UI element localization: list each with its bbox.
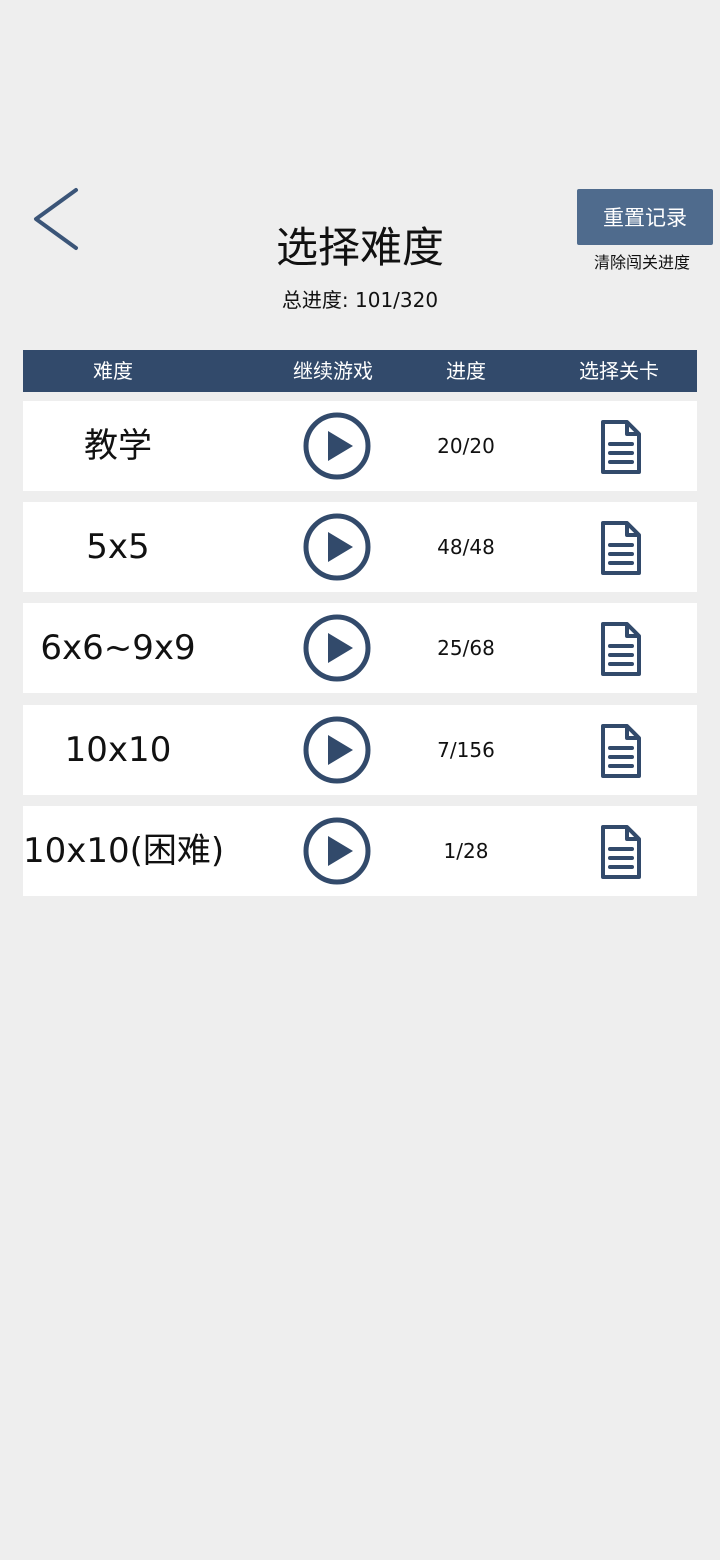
select-level-button[interactable] xyxy=(599,722,643,780)
progress-value: 20/20 xyxy=(437,434,495,458)
document-icon xyxy=(601,420,641,474)
continue-game-button[interactable] xyxy=(302,613,372,683)
progress-value: 1/28 xyxy=(443,839,489,863)
progress-value: 7/156 xyxy=(437,738,495,762)
progress-value: 25/68 xyxy=(437,636,495,660)
table-header: 难度 继续游戏 进度 选择关卡 xyxy=(23,350,697,392)
select-level-button[interactable] xyxy=(599,823,643,881)
document-icon xyxy=(601,521,641,575)
header-select-level: 选择关卡 xyxy=(579,359,659,383)
select-level-button[interactable] xyxy=(599,418,643,476)
difficulty-label: 教学 xyxy=(84,426,152,466)
table-row: 5x5 48/48 xyxy=(23,502,697,592)
progress-value: 48/48 xyxy=(437,535,495,559)
continue-game-button[interactable] xyxy=(302,816,372,886)
reset-caption: 清除闯关进度 xyxy=(593,253,690,272)
continue-game-button[interactable] xyxy=(302,715,372,785)
document-icon xyxy=(601,622,641,676)
play-circle-icon xyxy=(303,614,371,682)
play-circle-icon xyxy=(303,412,371,480)
continue-game-button[interactable] xyxy=(302,411,372,481)
select-level-button[interactable] xyxy=(599,519,643,577)
reset-record-button[interactable]: 重置记录 xyxy=(577,189,713,245)
difficulty-label: 6x6~9x9 xyxy=(40,628,196,668)
play-circle-icon xyxy=(303,716,371,784)
select-level-button[interactable] xyxy=(599,620,643,678)
table-row: 10x10(困难) 1/28 xyxy=(23,806,697,896)
header-progress: 进度 xyxy=(446,359,486,383)
header-continue: 继续游戏 xyxy=(293,359,373,383)
document-icon xyxy=(601,825,641,879)
table-row: 教学 20/20 xyxy=(23,401,697,491)
continue-game-button[interactable] xyxy=(302,512,372,582)
difficulty-label: 10x10 xyxy=(64,730,172,770)
play-circle-icon xyxy=(303,817,371,885)
difficulty-label: 5x5 xyxy=(86,527,150,567)
header-difficulty: 难度 xyxy=(93,359,133,383)
table-row: 6x6~9x9 25/68 xyxy=(23,603,697,693)
document-icon xyxy=(601,724,641,778)
total-progress: 总进度: 101/320 xyxy=(281,288,439,312)
difficulty-label: 10x10(困难) xyxy=(23,831,225,871)
play-circle-icon xyxy=(303,513,371,581)
table-row: 10x10 7/156 xyxy=(23,705,697,795)
